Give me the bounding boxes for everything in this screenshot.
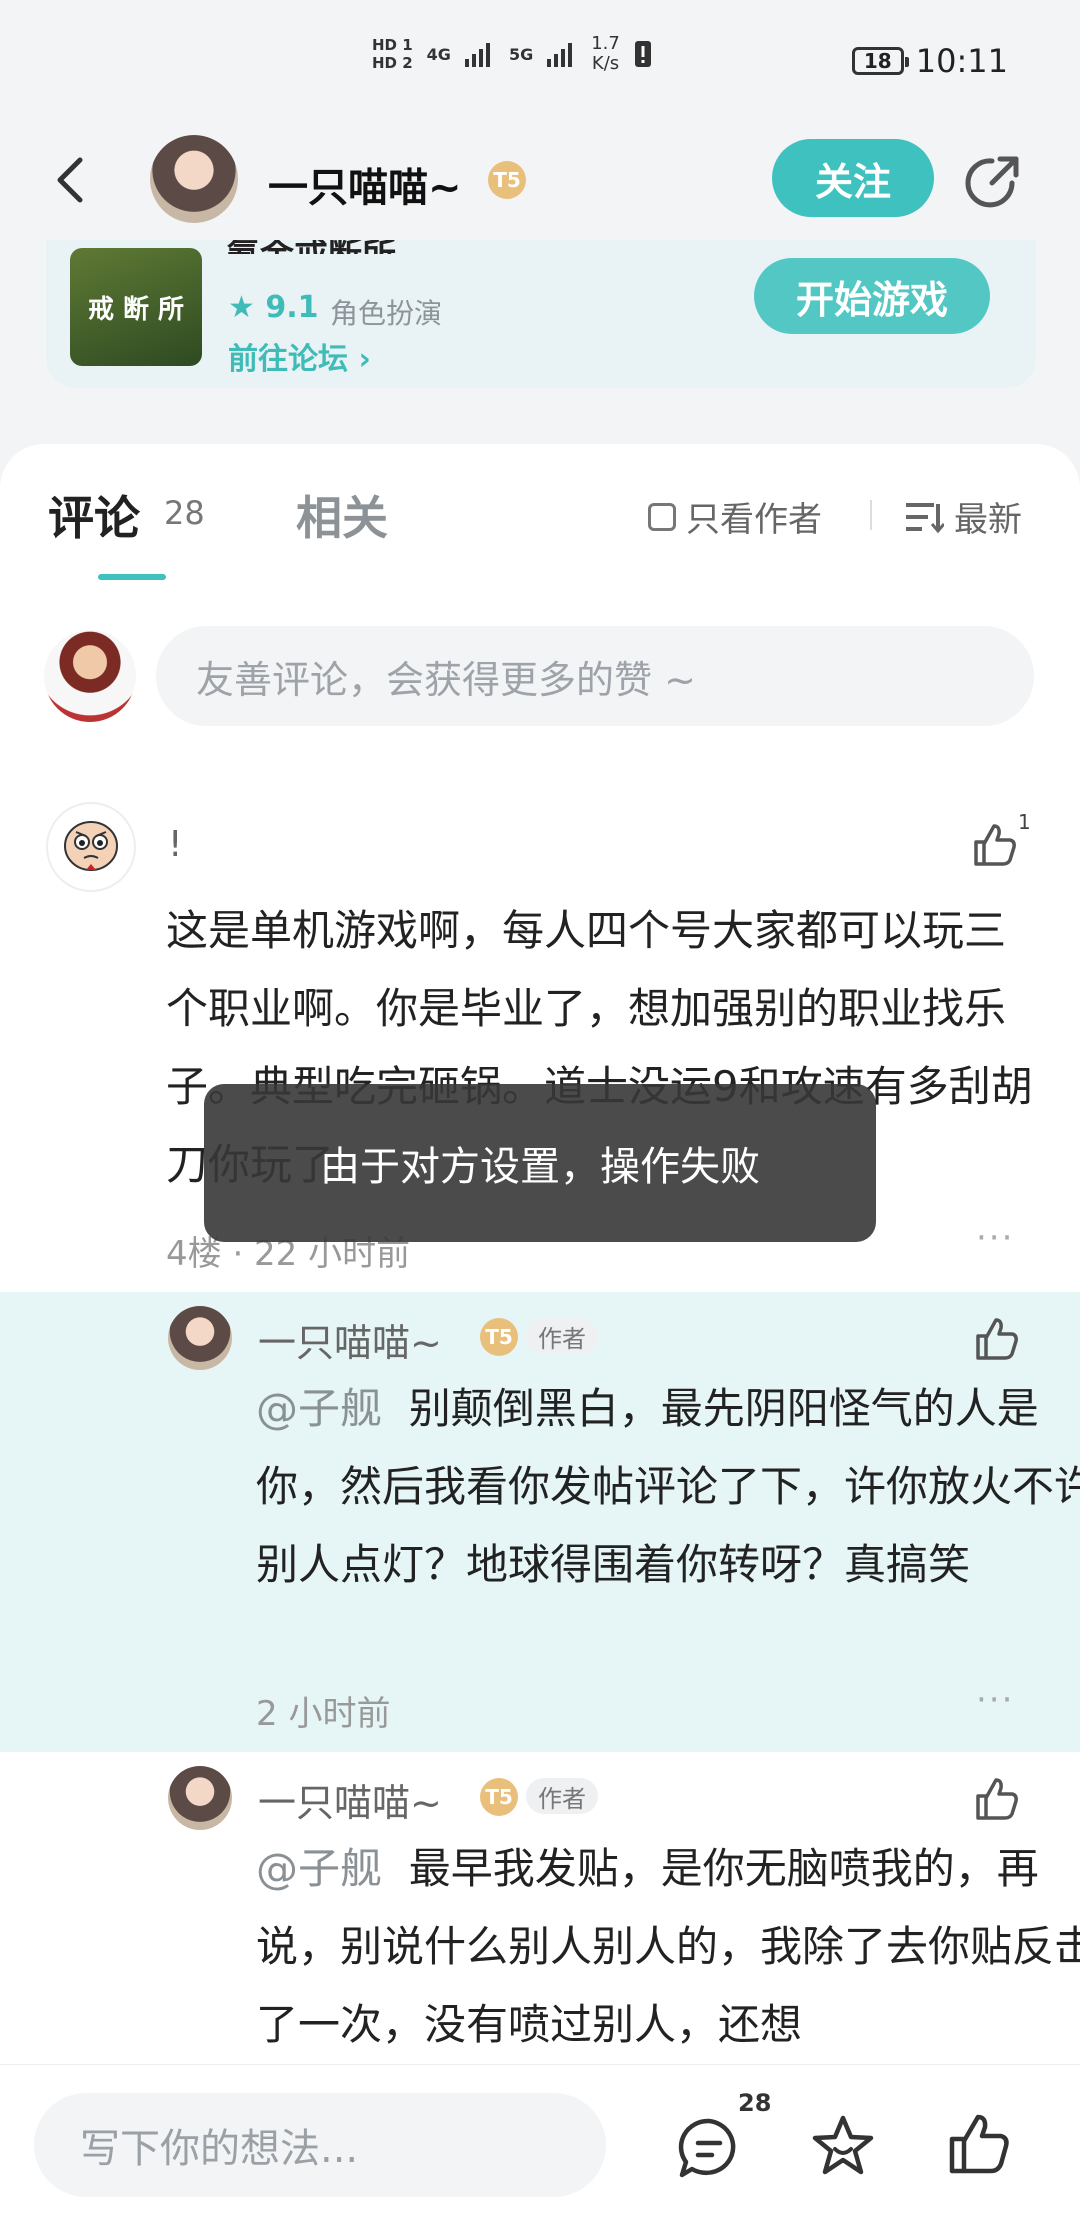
post-header: 一只喵喵~ T5 关注	[0, 125, 1080, 240]
hd1-indicator: HD 1	[372, 36, 413, 54]
commenter-avatar[interactable]	[46, 802, 136, 892]
bottom-bar: 写下你的想法... 28	[0, 2064, 1080, 2228]
reply-avatar[interactable]	[168, 1766, 232, 1830]
like-icon[interactable]	[972, 1314, 1022, 1364]
signal-icon	[547, 43, 573, 67]
sort-label: 最新	[954, 500, 1022, 540]
write-comment-input[interactable]: 写下你的想法...	[34, 2093, 606, 2197]
reply-meta: 2 小时前	[256, 1694, 391, 1734]
like-icon[interactable]	[972, 1774, 1022, 1824]
tab-comments[interactable]: 评论	[48, 482, 140, 548]
favorite-star-icon[interactable]	[810, 2113, 876, 2179]
author-name[interactable]: 一只喵喵~	[268, 155, 462, 213]
comment-icon[interactable]	[676, 2115, 742, 2181]
battery-time: 18 10:11	[851, 42, 1008, 80]
author-tag: 作者	[526, 1778, 598, 1814]
reply-author-name[interactable]: 一只喵喵~	[258, 1772, 442, 1827]
game-icon[interactable]: 戒 断 所	[70, 248, 202, 366]
mention-link[interactable]: @子舰	[256, 1844, 382, 1893]
author-tag: 作者	[526, 1318, 598, 1354]
commenter-name[interactable]: !	[168, 824, 182, 865]
active-tab-indicator	[98, 574, 166, 580]
level-badge: T5	[488, 161, 526, 199]
more-options-button[interactable]: ···	[976, 1680, 1014, 1720]
network-status: HD 1 HD 2 4G 5G 1.7 K/s	[372, 34, 652, 74]
sort-icon	[906, 502, 944, 533]
battery-icon: 18	[851, 47, 909, 75]
toast-message: 由于对方设置，操作失败	[204, 1084, 876, 1242]
author-avatar[interactable]	[150, 135, 238, 223]
signal-icon	[464, 43, 490, 67]
net1-label: 4G	[426, 44, 451, 64]
cartoon-face-icon	[64, 821, 118, 871]
game-genre: 角色扮演	[330, 297, 443, 330]
forum-link[interactable]: 前往论坛 ›	[228, 334, 371, 378]
level-badge: T5	[480, 1318, 518, 1356]
back-icon[interactable]	[50, 150, 100, 210]
tab-related[interactable]: 相关	[296, 482, 388, 548]
share-icon[interactable]	[962, 149, 1026, 213]
reply-body: @子舰 别颠倒黑白，最先阴阳怪气的人是你，然后我看你发帖评论了下，许你放火不许别…	[256, 1370, 1080, 1604]
only-author-filter[interactable]: 只看作者	[648, 492, 822, 541]
comments-count: 28	[164, 494, 205, 532]
net2-label: 5G	[508, 44, 534, 64]
sort-toggle[interactable]: 最新	[904, 492, 1022, 541]
like-icon[interactable]	[946, 2111, 1012, 2177]
game-card[interactable]: 氪金戒断所 戒 断 所 ★ 9.1 角色扮演 前往论坛 › 开始游戏	[46, 236, 1036, 388]
start-game-button[interactable]: 开始游戏	[754, 258, 990, 334]
mention-link[interactable]: @子舰	[256, 1384, 382, 1433]
only-author-label: 只看作者	[686, 500, 822, 540]
more-options-button[interactable]: ···	[976, 1218, 1014, 1258]
game-rating: ★ 9.1	[228, 290, 319, 325]
reply-author-name[interactable]: 一只喵喵~	[258, 1312, 442, 1367]
level-badge: T5	[480, 1778, 518, 1816]
like-count: 1	[1018, 810, 1031, 834]
checkbox-icon[interactable]	[648, 502, 676, 531]
alert-icon	[634, 41, 651, 67]
reply-avatar[interactable]	[168, 1306, 232, 1370]
reply-body: @子舰 最早我发贴，是你无脑喷我的，再说，别说什么别人别人的，我除了去你贴反击了…	[256, 1830, 1080, 2064]
divider	[870, 500, 872, 530]
hd2-indicator: HD 2	[372, 54, 413, 72]
like-icon[interactable]	[970, 820, 1020, 870]
comments-panel: 评论 28 相关 只看作者 最新 友善评论，会获得更多的赞 ~ ! 1 这是单机…	[0, 444, 1080, 2064]
comment-input[interactable]: 友善评论，会获得更多的赞 ~	[156, 626, 1034, 726]
comment-count-badge: 28	[738, 2089, 772, 2117]
clock: 10:11	[915, 42, 1008, 80]
network-speed: 1.7 K/s	[591, 33, 620, 74]
status-bar: HD 1 HD 2 4G 5G 1.7 K/s 18 10:11	[0, 0, 1080, 125]
follow-button[interactable]: 关注	[772, 139, 934, 217]
my-avatar	[44, 630, 136, 722]
